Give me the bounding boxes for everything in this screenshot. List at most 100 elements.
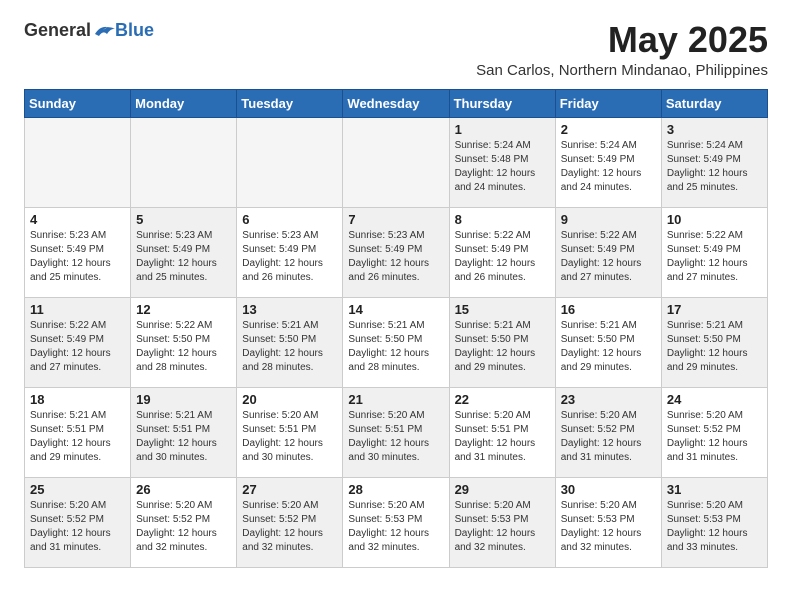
calendar-day-cell: 9 Sunrise: 5:22 AM Sunset: 5:49 PM Daylig…	[555, 207, 661, 297]
calendar-week-row: 25Sunrise: 5:20 AM Sunset: 5:52 PM Dayli…	[25, 477, 768, 567]
day-info: Sunrise: 5:24 AM Sunset: 5:48 PM Dayligh…	[455, 139, 550, 195]
calendar-day-cell: 19Sunrise: 5:21 AM Sunset: 5:51 PM Dayli…	[131, 387, 237, 477]
day-number: 16	[561, 302, 656, 317]
day-number: 21	[348, 392, 443, 407]
day-number: 3	[667, 122, 762, 137]
day-of-week-header: Monday	[131, 89, 237, 117]
day-info: Sunrise: 5:20 AM Sunset: 5:53 PM Dayligh…	[348, 499, 443, 555]
calendar-week-row: 18 Sunrise: 5:21 AM Sunset: 5:51 PM Dayli…	[25, 387, 768, 477]
calendar-day-cell: 10 Sunrise: 5:22 AM Sunset: 5:49 PM Dayli…	[661, 207, 767, 297]
day-info: Sunrise: 5:20 AM Sunset: 5:51 PM Dayligh…	[348, 409, 443, 465]
day-number: 13	[242, 302, 337, 317]
day-number: 7	[348, 212, 443, 227]
day-number: 8	[455, 212, 550, 227]
day-number: 22	[455, 392, 550, 407]
calendar-day-cell: 18 Sunrise: 5:21 AM Sunset: 5:51 PM Dayli…	[25, 387, 131, 477]
calendar-day-cell: 15 Sunrise: 5:21 AM Sunset: 5:50 PM Dayli…	[449, 297, 555, 387]
calendar-day-cell: 8 Sunrise: 5:22 AM Sunset: 5:49 PM Daylig…	[449, 207, 555, 297]
day-info: Sunrise: 5:21 AM Sunset: 5:50 PM Dayligh…	[348, 319, 443, 375]
logo-bird-icon	[93, 22, 115, 40]
day-number: 12	[136, 302, 231, 317]
day-of-week-header: Sunday	[25, 89, 131, 117]
calendar-day-cell: 17 Sunrise: 5:21 AM Sunset: 5:50 PM Dayli…	[661, 297, 767, 387]
day-info: Sunrise: 5:22 AM Sunset: 5:49 PM Dayligh…	[667, 229, 762, 285]
day-of-week-header: Saturday	[661, 89, 767, 117]
day-number: 17	[667, 302, 762, 317]
day-info: Sunrise: 5:20 AM Sunset: 5:52 PM Dayligh…	[667, 409, 762, 465]
day-info: Sunrise: 5:23 AM Sunset: 5:49 PM Dayligh…	[242, 229, 337, 285]
calendar-day-cell: 5 Sunrise: 5:23 AM Sunset: 5:49 PM Daylig…	[131, 207, 237, 297]
day-of-week-header: Tuesday	[237, 89, 343, 117]
day-info: Sunrise: 5:23 AM Sunset: 5:49 PM Dayligh…	[348, 229, 443, 285]
logo: General Blue	[24, 20, 154, 41]
calendar-day-cell: 24 Sunrise: 5:20 AM Sunset: 5:52 PM Dayli…	[661, 387, 767, 477]
day-number: 20	[242, 392, 337, 407]
day-info: Sunrise: 5:20 AM Sunset: 5:51 PM Dayligh…	[242, 409, 337, 465]
location-subtitle: San Carlos, Northern Mindanao, Philippin…	[476, 62, 768, 79]
day-of-week-header: Wednesday	[343, 89, 449, 117]
day-number: 30	[561, 482, 656, 497]
calendar-day-cell: 11 Sunrise: 5:22 AM Sunset: 5:49 PM Dayli…	[25, 297, 131, 387]
day-info: Sunrise: 5:24 AM Sunset: 5:49 PM Dayligh…	[667, 139, 762, 195]
calendar-day-cell: 29Sunrise: 5:20 AM Sunset: 5:53 PM Dayli…	[449, 477, 555, 567]
calendar-week-row: 4 Sunrise: 5:23 AM Sunset: 5:49 PM Daylig…	[25, 207, 768, 297]
day-info: Sunrise: 5:21 AM Sunset: 5:50 PM Dayligh…	[455, 319, 550, 375]
calendar-day-cell: 14 Sunrise: 5:21 AM Sunset: 5:50 PM Dayli…	[343, 297, 449, 387]
calendar-day-cell: 3 Sunrise: 5:24 AM Sunset: 5:49 PM Daylig…	[661, 117, 767, 207]
day-info: Sunrise: 5:20 AM Sunset: 5:53 PM Dayligh…	[667, 499, 762, 555]
day-of-week-header: Friday	[555, 89, 661, 117]
day-number: 14	[348, 302, 443, 317]
calendar-day-cell: 28 Sunrise: 5:20 AM Sunset: 5:53 PM Dayli…	[343, 477, 449, 567]
day-info: Sunrise: 5:20 AM Sunset: 5:52 PM Dayligh…	[136, 499, 231, 555]
day-info: Sunrise: 5:20 AM Sunset: 5:52 PM Dayligh…	[30, 499, 125, 555]
day-number: 29	[455, 482, 550, 497]
day-number: 24	[667, 392, 762, 407]
calendar-week-row: 1 Sunrise: 5:24 AM Sunset: 5:48 PM Daylig…	[25, 117, 768, 207]
calendar-header-row: SundayMondayTuesdayWednesdayThursdayFrid…	[25, 89, 768, 117]
calendar-table: SundayMondayTuesdayWednesdayThursdayFrid…	[24, 89, 768, 568]
calendar-day-cell: 12Sunrise: 5:22 AM Sunset: 5:50 PM Dayli…	[131, 297, 237, 387]
day-number: 11	[30, 302, 125, 317]
day-number: 15	[455, 302, 550, 317]
logo-general: General	[24, 20, 91, 41]
day-number: 4	[30, 212, 125, 227]
day-number: 18	[30, 392, 125, 407]
day-number: 26	[136, 482, 231, 497]
day-info: Sunrise: 5:21 AM Sunset: 5:51 PM Dayligh…	[30, 409, 125, 465]
day-info: Sunrise: 5:20 AM Sunset: 5:51 PM Dayligh…	[455, 409, 550, 465]
calendar-day-cell: 7 Sunrise: 5:23 AM Sunset: 5:49 PM Daylig…	[343, 207, 449, 297]
day-number: 10	[667, 212, 762, 227]
day-info: Sunrise: 5:21 AM Sunset: 5:51 PM Dayligh…	[136, 409, 231, 465]
day-number: 5	[136, 212, 231, 227]
day-info: Sunrise: 5:22 AM Sunset: 5:49 PM Dayligh…	[561, 229, 656, 285]
calendar-day-cell: 1 Sunrise: 5:24 AM Sunset: 5:48 PM Daylig…	[449, 117, 555, 207]
calendar-day-cell: 6 Sunrise: 5:23 AM Sunset: 5:49 PM Daylig…	[237, 207, 343, 297]
calendar-day-cell: 23Sunrise: 5:20 AM Sunset: 5:52 PM Dayli…	[555, 387, 661, 477]
calendar-day-cell	[25, 117, 131, 207]
day-number: 1	[455, 122, 550, 137]
day-number: 23	[561, 392, 656, 407]
calendar-day-cell	[237, 117, 343, 207]
day-number: 9	[561, 212, 656, 227]
calendar-day-cell	[343, 117, 449, 207]
day-info: Sunrise: 5:21 AM Sunset: 5:50 PM Dayligh…	[667, 319, 762, 375]
day-info: Sunrise: 5:24 AM Sunset: 5:49 PM Dayligh…	[561, 139, 656, 195]
day-number: 6	[242, 212, 337, 227]
calendar-day-cell: 4Sunrise: 5:23 AM Sunset: 5:49 PM Daylig…	[25, 207, 131, 297]
day-number: 28	[348, 482, 443, 497]
day-info: Sunrise: 5:20 AM Sunset: 5:52 PM Dayligh…	[242, 499, 337, 555]
day-info: Sunrise: 5:21 AM Sunset: 5:50 PM Dayligh…	[242, 319, 337, 375]
calendar-day-cell	[131, 117, 237, 207]
logo-blue: Blue	[115, 20, 154, 41]
calendar-day-cell: 31 Sunrise: 5:20 AM Sunset: 5:53 PM Dayli…	[661, 477, 767, 567]
day-info: Sunrise: 5:22 AM Sunset: 5:49 PM Dayligh…	[30, 319, 125, 375]
month-title: May 2025	[476, 20, 768, 60]
day-number: 2	[561, 122, 656, 137]
day-number: 31	[667, 482, 762, 497]
calendar-day-cell: 30 Sunrise: 5:20 AM Sunset: 5:53 PM Dayli…	[555, 477, 661, 567]
calendar-day-cell: 21 Sunrise: 5:20 AM Sunset: 5:51 PM Dayli…	[343, 387, 449, 477]
day-info: Sunrise: 5:23 AM Sunset: 5:49 PM Dayligh…	[136, 229, 231, 285]
day-info: Sunrise: 5:22 AM Sunset: 5:49 PM Dayligh…	[455, 229, 550, 285]
calendar-day-cell: 26 Sunrise: 5:20 AM Sunset: 5:52 PM Dayli…	[131, 477, 237, 567]
day-info: Sunrise: 5:20 AM Sunset: 5:53 PM Dayligh…	[561, 499, 656, 555]
